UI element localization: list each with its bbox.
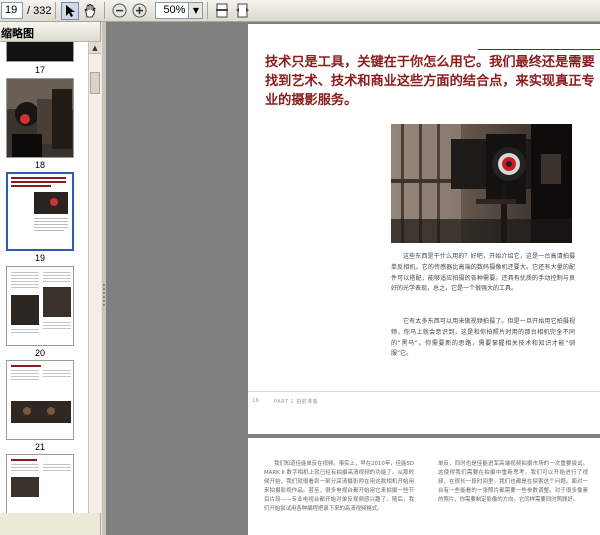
thumbnail-image [7, 455, 73, 513]
page-headline: 技术只是工具，关键在于你怎么用它。我们最终还是需要找到艺术、技术和商业这些方面的… [265, 55, 595, 108]
fit-page-icon [216, 3, 229, 18]
page-number: 16 [252, 398, 260, 404]
thumbnail-page[interactable] [6, 266, 74, 346]
thumbnail-image [7, 267, 73, 345]
zoom-dropdown-button[interactable]: ▼ [189, 2, 204, 19]
thumbnail-list[interactable]: 17 18 19 20 21 [0, 42, 88, 513]
page-total-label: / 332 [27, 4, 52, 17]
thumbnail-page[interactable] [6, 360, 74, 440]
scrollbar-thumb[interactable] [90, 72, 100, 94]
toolbar-divider [207, 2, 209, 19]
body-paragraph: 这些东西是干什么用的？好吧，开始介绍它，这是一台高清拍摄单反相机，它的传感器比高… [391, 253, 575, 293]
toolbar: 19 / 332 50% ▼ [0, 0, 600, 22]
thumbnail-label: 20 [34, 348, 45, 358]
document-page: 我们知道佳能单反在视频。事实上，早在2010年，佳能5D MARK II 数字相… [248, 438, 600, 535]
thumbnail-page-selected[interactable] [6, 172, 74, 251]
body-column: 单反，同时也是佳能进军高端视频拍摄市场的一次重要尝试。这使得我们需要在拍摄中重新… [438, 461, 588, 503]
toolbar-divider [55, 2, 57, 19]
footer-divider [248, 391, 600, 392]
thumbnail-label: 17 [34, 65, 45, 75]
document-view[interactable]: 技术只是工具，关键在于你怎么用它。我们最终还是需要找到艺术、技术和商业这些方面的… [106, 22, 600, 535]
body-paragraph: 它有太多东西可以用来做视频拍摄了。但是一旦开始用它拍摄视频，你马上就会意识到，这… [391, 318, 575, 358]
thumbnail-page[interactable] [6, 42, 74, 62]
cursor-icon [66, 4, 76, 17]
thumbnail-label: 19 [34, 253, 45, 263]
toolbar-divider [104, 2, 106, 19]
page-footer: 16 PART 1 拍前准备 [252, 398, 319, 405]
select-tool-button[interactable] [61, 1, 80, 20]
hand-icon [84, 3, 96, 17]
body-column: 我们知道佳能单反在视频。事实上，早在2010年，佳能5D MARK II 数字相… [264, 461, 414, 512]
thumbnail-scrollbar[interactable]: ▲ [88, 42, 101, 513]
thumbnail-page[interactable] [6, 78, 74, 158]
zoom-out-icon [112, 3, 127, 18]
panel-title: 缩略图 [0, 22, 100, 42]
thumbnail-image [7, 361, 73, 439]
thumbnail-label: 21 [34, 442, 45, 452]
footer-label: PART 1 拍前准备 [274, 399, 319, 405]
zoom-in-icon [132, 3, 147, 18]
fit-width-icon [235, 3, 249, 18]
fit-page-button[interactable] [213, 2, 231, 20]
zoom-in-button[interactable] [130, 2, 148, 20]
chevron-down-icon: ▼ [192, 6, 200, 15]
thumbnail-label: 18 [34, 160, 45, 170]
thumbnail-image [8, 174, 72, 249]
splitter-grip-icon[interactable] [103, 284, 105, 306]
page-photo [391, 124, 572, 243]
fit-width-button[interactable] [233, 2, 251, 20]
hand-tool-button[interactable] [81, 2, 99, 20]
zoom-out-button[interactable] [110, 2, 128, 20]
headline-rule [478, 49, 600, 50]
camera-rig-photo [391, 124, 572, 243]
zoom-level-input[interactable]: 50% [155, 2, 190, 19]
thumbnail-image [7, 79, 73, 157]
document-page: 技术只是工具，关键在于你怎么用它。我们最终还是需要找到艺术、技术和商业这些方面的… [248, 24, 600, 434]
page-number-input[interactable]: 19 [1, 2, 23, 19]
scroll-up-arrow-icon[interactable]: ▲ [89, 42, 101, 54]
thumbnail-page[interactable] [6, 454, 74, 513]
